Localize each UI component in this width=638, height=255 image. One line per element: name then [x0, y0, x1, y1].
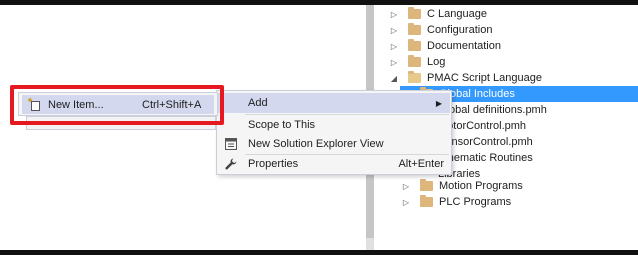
menu-item-scope-to-this[interactable]: Scope to This [218, 115, 450, 135]
expand-arrow-icon[interactable]: ▷ [388, 24, 400, 36]
tree-item-global-definitions[interactable]: Global definitions.pmh [438, 102, 638, 118]
tree-item-kinematic-routines[interactable]: Kinematic Routines [438, 150, 638, 166]
open-folder-icon [408, 71, 421, 83]
menu-item-label: Add [248, 97, 268, 109]
tree-item-configuration[interactable]: ▷ Configuration [388, 22, 638, 38]
tree-item-label: Documentation [427, 40, 501, 52]
menu-item-properties[interactable]: Properties Alt+Enter [218, 154, 450, 174]
menu-item-label: Properties [248, 158, 299, 170]
tree-item-pmac-script-language[interactable]: ◢ PMAC Script Language [388, 70, 638, 86]
tree-item-c-language[interactable]: ▷ C Language [388, 6, 638, 22]
tree-item-plc-programs[interactable]: ▷ PLC Programs [400, 194, 638, 210]
tree-item-label: C Language [427, 8, 487, 20]
tree-item-label: Kinematic Routines [438, 152, 533, 164]
tree-item-motorcontrol[interactable]: MotorControl.pmh [438, 118, 638, 134]
tree-item-log[interactable]: ▷ Log [388, 54, 638, 70]
context-menu: Add ▶ Scope to This New Solution Explore… [216, 90, 452, 175]
expand-arrow-icon[interactable]: ▷ [400, 196, 412, 208]
tree-item-sensorcontrol[interactable]: SensorControl.pmh [438, 134, 638, 150]
expand-arrow-icon[interactable]: ▷ [388, 40, 400, 52]
window-bottom-border [0, 250, 638, 255]
folder-icon [408, 23, 421, 35]
tree-item-label: Global definitions.pmh [438, 104, 547, 116]
tree-item-label: PMAC Script Language [427, 72, 542, 84]
expand-arrow-icon[interactable]: ▷ [400, 180, 412, 192]
submenu-arrow-icon: ▶ [435, 98, 442, 108]
tree-item-motion-programs[interactable]: ▷ Motion Programs [400, 178, 638, 194]
expand-arrow-icon[interactable]: ▷ [388, 56, 400, 68]
wrench-icon [224, 157, 238, 171]
menu-item-add[interactable]: Add ▶ [218, 93, 450, 113]
tree-item-label: PLC Programs [439, 196, 512, 208]
tree-item-documentation[interactable]: ▷ Documentation [388, 38, 638, 54]
menu-item-label: New Solution Explorer View [248, 138, 384, 150]
folder-icon [408, 39, 421, 51]
collapse-arrow-icon[interactable]: ◢ [388, 72, 400, 84]
tree-item-label: Motion Programs [439, 180, 523, 192]
folder-icon [408, 55, 421, 67]
expand-arrow-icon[interactable]: ▷ [388, 8, 400, 20]
tree-item-label: Log [427, 56, 446, 68]
menu-item-label: Scope to This [248, 119, 316, 131]
new-explorer-view-icon [224, 137, 238, 151]
menu-item-shortcut: Alt+Enter [398, 158, 444, 170]
red-highlight-box [10, 85, 224, 125]
folder-icon [408, 7, 421, 19]
folder-icon [420, 179, 433, 191]
menu-item-new-solution-explorer-view[interactable]: New Solution Explorer View [218, 134, 450, 154]
scroll-down-arrow[interactable] [366, 238, 374, 250]
tree-item-label: Configuration [427, 24, 493, 36]
tree-item-label: SensorControl.pmh [438, 136, 533, 148]
folder-icon [420, 195, 433, 207]
